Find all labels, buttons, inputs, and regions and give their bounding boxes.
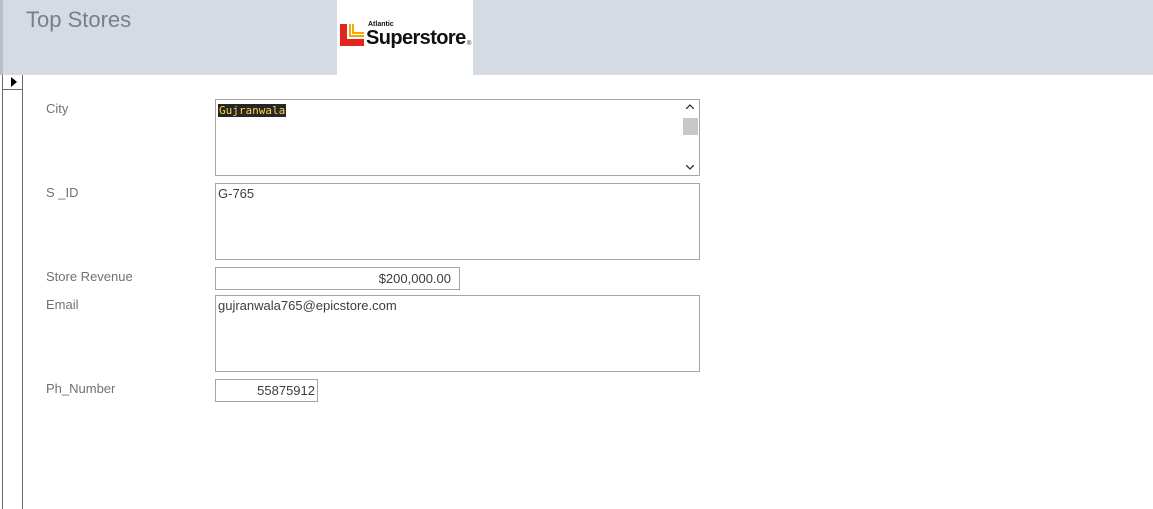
city-field[interactable]: Gujranwala xyxy=(215,99,700,176)
current-record-arrow-icon xyxy=(11,77,17,87)
city-value: Gujranwala xyxy=(218,102,287,117)
form-title: Top Stores xyxy=(26,7,132,32)
store-revenue-value: $200,000.00 xyxy=(378,271,451,286)
scroll-thumb[interactable] xyxy=(683,118,698,135)
ph-number-value: 55875912 xyxy=(257,383,315,398)
brand-logo: Atlantic Superstore ® xyxy=(337,0,473,75)
city-label: City xyxy=(46,101,69,116)
store-revenue-field[interactable]: $200,000.00 xyxy=(215,267,460,290)
ph-number-field[interactable]: 55875912 xyxy=(215,379,318,402)
city-scrollbar[interactable] xyxy=(683,101,698,174)
city-selected-text: Gujranwala xyxy=(218,104,287,117)
record-selector-bar xyxy=(2,75,23,509)
email-value: gujranwala765@epicstore.com xyxy=(218,298,397,313)
logo-trademark: ® xyxy=(467,41,472,47)
ph-number-label: Ph_Number xyxy=(46,381,116,396)
s-id-label: S _ID xyxy=(46,185,79,200)
scroll-up-icon[interactable] xyxy=(685,104,695,110)
logo-brand-text: Superstore xyxy=(366,27,466,49)
store-revenue-label: Store Revenue xyxy=(46,269,133,284)
email-field[interactable]: gujranwala765@epicstore.com xyxy=(215,295,700,372)
scroll-down-icon[interactable] xyxy=(685,164,695,170)
email-label: Email xyxy=(46,297,79,312)
header-edge xyxy=(0,0,3,75)
logo-mark-icon xyxy=(340,24,364,46)
record-selector[interactable] xyxy=(3,75,22,90)
s-id-field[interactable]: G-765 xyxy=(215,183,700,260)
form-header: Top Stores Atlantic Superstore ® xyxy=(0,0,1153,75)
s-id-value: G-765 xyxy=(218,186,255,201)
